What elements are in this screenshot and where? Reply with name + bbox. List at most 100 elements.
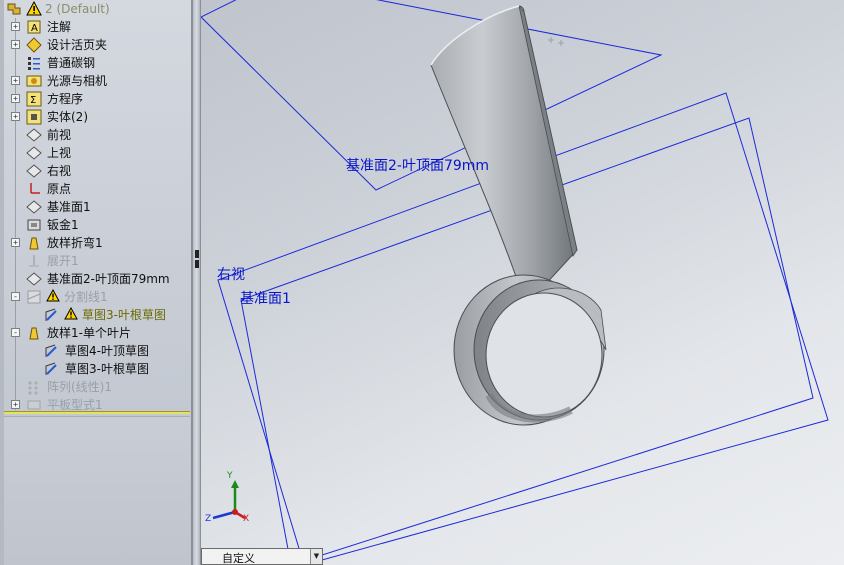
annotation-icon: A — [26, 19, 42, 35]
tree-rollback-bar[interactable] — [4, 411, 190, 414]
tree-item-label: 前视 — [47, 128, 72, 142]
part-icon — [6, 1, 22, 17]
tree-item[interactable]: 展开1 — [0, 252, 190, 270]
tree-item[interactable]: - 放样1-单个叶片 — [0, 324, 190, 342]
loft-icon — [26, 325, 42, 341]
tree-item[interactable]: 草图3-叶根草图 — [0, 360, 190, 378]
axis-triad-icon — [212, 480, 246, 520]
unfold-icon — [26, 253, 42, 269]
tree-item-label: 方程序 — [47, 92, 84, 106]
hub-ring[interactable] — [453, 274, 607, 426]
plane2-label[interactable]: 基准面2-叶顶面79mm — [346, 155, 489, 175]
plane-icon — [26, 145, 42, 161]
tree-item[interactable]: + Σ 方程序 — [0, 90, 190, 108]
svg-text:Σ: Σ — [30, 95, 36, 106]
tree-item-label: 右视 — [47, 164, 72, 178]
tree-item[interactable]: - 分割线1 — [0, 288, 190, 306]
lights-cameras-icon — [26, 73, 42, 89]
tree-item[interactable]: 前视 — [0, 126, 190, 144]
view-orientation-value: 自定义 — [222, 552, 255, 565]
plane-icon — [26, 163, 42, 179]
tree-item-label: 平板型式1 — [47, 398, 103, 412]
tree-lower-pane — [4, 416, 190, 565]
tree-item[interactable]: 阵列(线性)1 — [0, 378, 190, 396]
tree-item-label: 普通碳钢 — [47, 56, 96, 70]
tree-item[interactable]: + 设计活页夹 — [0, 36, 190, 54]
lofted-bend-icon — [26, 235, 42, 251]
tree-item[interactable]: + A 注解 — [0, 18, 190, 36]
tree-item[interactable]: 右视 — [0, 162, 190, 180]
expand-icon[interactable]: + — [11, 40, 20, 49]
plane1-label[interactable]: 基准面1 — [240, 288, 291, 308]
panel-splitter[interactable] — [192, 0, 201, 565]
tree-item[interactable]: 基准面1 — [0, 198, 190, 216]
warning-icon — [26, 0, 42, 17]
tree-item-label: 基准面1 — [47, 200, 91, 214]
tree-item[interactable]: + 放样折弯1 — [0, 234, 190, 252]
triad-x-label: X — [243, 514, 250, 524]
material-icon — [26, 55, 42, 71]
tree-item[interactable]: 草图3-叶根草图 — [0, 306, 190, 324]
expand-icon[interactable]: + — [11, 112, 20, 121]
svg-text:A: A — [31, 23, 38, 34]
tree-root-row[interactable]: 2 (Default) — [0, 0, 190, 18]
sketch-icon — [44, 307, 60, 323]
plane-icon — [26, 127, 42, 143]
split-line-icon — [26, 289, 42, 305]
tree-item[interactable]: + 实体(2) — [0, 108, 190, 126]
warning-icon — [46, 288, 62, 305]
tree-item-label: 基准面2-叶顶面79mm — [47, 272, 170, 286]
expand-icon[interactable]: + — [11, 94, 20, 103]
splitter-grip-icon[interactable] — [195, 250, 199, 268]
warning-icon — [64, 306, 80, 323]
tree-item-label: 上视 — [47, 146, 72, 160]
tree-item[interactable]: 原点 — [0, 180, 190, 198]
view-orientation-dropdown[interactable]: 自定义 ▼ — [201, 548, 323, 565]
tree-item-label: 放样1-单个叶片 — [47, 326, 131, 340]
blade-body[interactable] — [430, 5, 578, 301]
tree-item[interactable]: 上视 — [0, 144, 190, 162]
tree-item[interactable]: + 光源与相机 — [0, 72, 190, 90]
collapse-icon[interactable]: - — [11, 292, 20, 301]
linear-pattern-icon — [26, 379, 42, 395]
triad-z-label: Z — [205, 514, 212, 524]
expand-icon[interactable]: + — [11, 76, 20, 85]
expand-icon[interactable]: + — [11, 400, 20, 409]
tree-item-label: 放样折弯1 — [47, 236, 103, 250]
tree-item-label: 阵列(线性)1 — [47, 380, 112, 394]
tree-item-label: 钣金1 — [47, 218, 79, 232]
tree-item-label: 草图4-叶顶草图 — [65, 344, 149, 358]
tree-item-label: 光源与相机 — [47, 74, 108, 88]
tree-item[interactable]: 普通碳钢 — [0, 54, 190, 72]
tree-item-label: 草图3-叶根草图 — [82, 308, 166, 322]
tree-item[interactable]: 钣金1 — [0, 216, 190, 234]
expand-icon[interactable]: + — [11, 22, 20, 31]
tree-item-label: 分割线1 — [64, 290, 108, 304]
tree-item-label: 设计活页夹 — [47, 38, 108, 52]
triad-y-label: Y — [227, 471, 233, 481]
expand-icon[interactable]: + — [11, 238, 20, 247]
collapse-icon[interactable]: - — [11, 328, 20, 337]
plane-icon — [26, 271, 42, 287]
tree-item-label: 实体(2) — [47, 110, 88, 124]
dropdown-arrow-icon[interactable]: ▼ — [310, 549, 322, 564]
origin-icon — [26, 181, 42, 197]
equations-icon: Σ — [26, 91, 42, 107]
sheet-metal-icon — [26, 217, 42, 233]
feature-manager-tree[interactable]: 2 (Default) + A 注解 + 设计活页夹普通碳钢 + 光源与相机 + Σ 方程序 + 实体… — [0, 0, 192, 565]
sketch-icon — [44, 361, 60, 377]
right-plane-label[interactable]: 右视 — [217, 264, 245, 284]
solid-bodies-icon — [26, 109, 42, 125]
tree-root-label: 2 (Default) — [45, 2, 110, 16]
tree-item[interactable]: 草图4-叶顶草图 — [0, 342, 190, 360]
origin-marker-icon — [548, 37, 564, 46]
tree-item-label: 原点 — [47, 182, 72, 196]
tree-item-label: 展开1 — [47, 254, 79, 268]
tree-item-label: 草图3-叶根草图 — [65, 362, 149, 376]
design-binder-icon — [26, 37, 42, 53]
sketch-icon — [44, 343, 60, 359]
tree-item-label: 注解 — [47, 20, 72, 34]
graphics-area[interactable]: 基准面2-叶顶面79mm 右视 基准面1 Y Z X — [201, 0, 844, 565]
plane-icon — [26, 199, 42, 215]
tree-item[interactable]: 基准面2-叶顶面79mm — [0, 270, 190, 288]
